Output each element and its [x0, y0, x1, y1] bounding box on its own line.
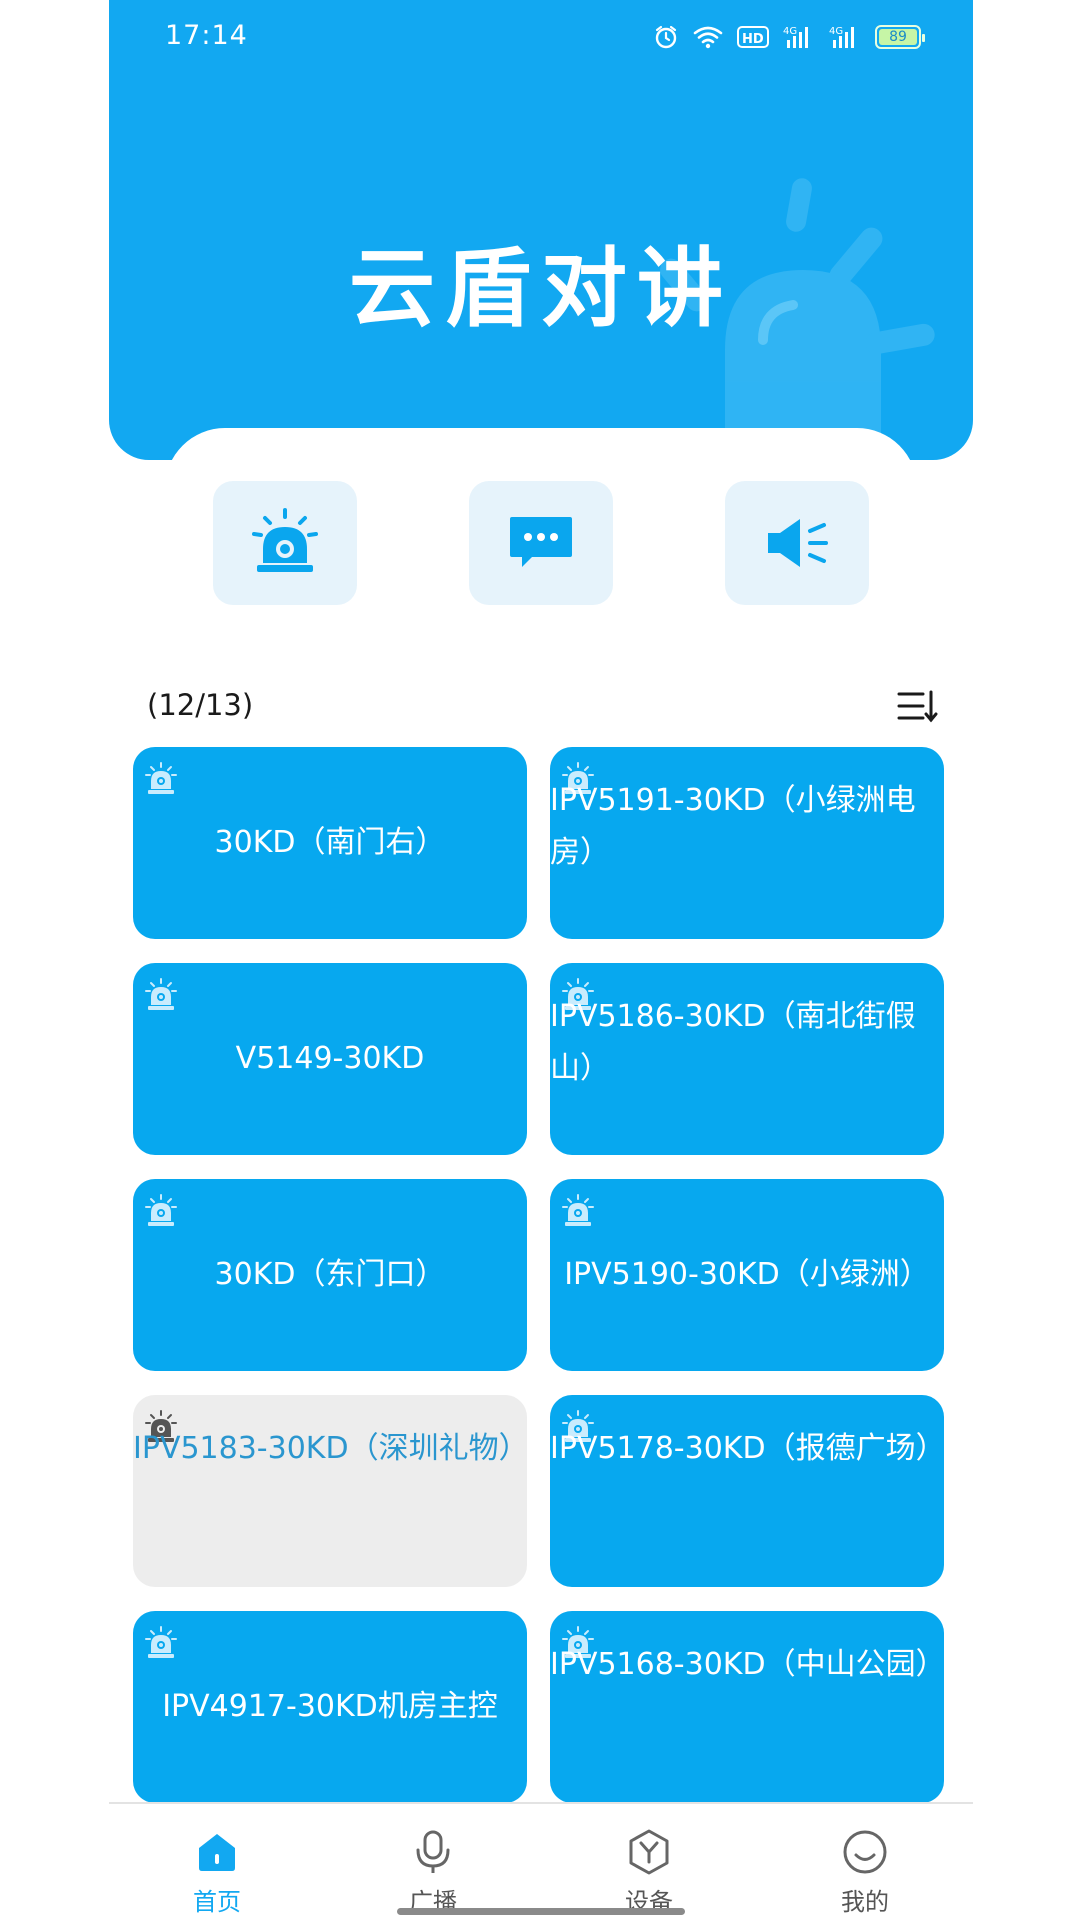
- profile-icon: [843, 1830, 887, 1874]
- home-icon: [199, 1834, 235, 1871]
- device-label: 30KD（东门口）: [214, 1257, 446, 1292]
- sort-icon: [897, 690, 938, 723]
- device-card[interactable]: IPV5186-30KD（南北街假山）: [550, 963, 944, 1155]
- device-card-offline[interactable]: IPV5183-30KD（深圳礼物）: [133, 1395, 527, 1587]
- signal-4g-icon: 4G: [829, 22, 861, 52]
- nav-home-label: 首页: [193, 1888, 241, 1916]
- nav-profile[interactable]: 我的: [757, 1804, 973, 1920]
- alarm-beacon-icon: [145, 1194, 177, 1226]
- home-indicator: [397, 1908, 685, 1915]
- nav-devices[interactable]: 设备: [541, 1804, 757, 1920]
- device-card[interactable]: IPV5190-30KD（小绿洲）: [550, 1179, 944, 1371]
- device-card[interactable]: IPV5191-30KD（小绿洲电房）: [550, 747, 944, 939]
- device-label: IPV4917-30KD机房主控: [162, 1689, 498, 1724]
- message-button[interactable]: [469, 481, 613, 605]
- app-screen: 17:14 HD 4G 4G 89 云盾对讲 (12/13) 30KD（南门右）…: [109, 0, 973, 1920]
- device-card[interactable]: IPV5178-30KD（报德广场）: [550, 1395, 944, 1587]
- battery-icon: 89: [875, 22, 925, 52]
- nav-home[interactable]: 首页: [109, 1804, 325, 1920]
- device-icon: [629, 1829, 669, 1875]
- speaker-icon: [768, 519, 828, 567]
- device-card[interactable]: IPV5168-30KD（中山公园）: [550, 1611, 944, 1803]
- status-time: 17:14: [165, 20, 248, 51]
- svg-text:HD: HD: [742, 32, 764, 47]
- alarm-beacon-icon: [145, 762, 177, 794]
- device-label: V5149-30KD: [235, 1041, 425, 1076]
- device-label: IPV5178-30KD（报德广场）: [550, 1431, 944, 1466]
- status-bar: 17:14 HD 4G 4G 89: [109, 0, 973, 78]
- battery-level: 89: [889, 29, 907, 45]
- device-card[interactable]: 30KD（南门右）: [133, 747, 527, 939]
- device-count: (12/13): [147, 688, 254, 722]
- app-header: 17:14 HD 4G 4G 89 云盾对讲: [109, 0, 973, 460]
- device-label: 30KD（南门右）: [214, 825, 446, 860]
- app-title: 云盾对讲: [349, 239, 733, 339]
- device-card[interactable]: IPV4917-30KD机房主控: [133, 1611, 527, 1803]
- bottom-nav: 首页 广播 设备 我的: [109, 1802, 973, 1920]
- chat-bubble-icon: [510, 517, 572, 567]
- alarm-beacon-icon: [145, 1626, 177, 1658]
- wifi-icon: [693, 22, 723, 52]
- device-label: IPV5186-30KD（南北街假山）: [550, 999, 916, 1086]
- alarm-beacon-icon: [562, 1194, 594, 1226]
- microphone-icon: [416, 1830, 450, 1873]
- device-card[interactable]: V5149-30KD: [133, 963, 527, 1155]
- alarm-beacon-icon: [252, 508, 318, 572]
- signal-4g-icon: 4G: [783, 22, 815, 52]
- svg-text:4G: 4G: [783, 26, 797, 37]
- device-label: IPV5190-30KD（小绿洲）: [564, 1257, 930, 1292]
- device-card[interactable]: 30KD（东门口）: [133, 1179, 527, 1371]
- broadcast-button[interactable]: [725, 481, 869, 605]
- device-list-header: (12/13): [147, 684, 939, 728]
- nav-broadcast[interactable]: 广播: [325, 1804, 541, 1920]
- hd-icon: HD: [737, 22, 769, 52]
- sort-button[interactable]: [895, 686, 939, 726]
- svg-text:4G: 4G: [829, 26, 843, 37]
- alarm-icon: [653, 22, 679, 52]
- status-icons: HD 4G 4G 89: [653, 22, 925, 52]
- device-label: IPV5168-30KD（中山公园）: [550, 1647, 944, 1682]
- quick-actions: [109, 481, 973, 607]
- device-label: IPV5191-30KD（小绿洲电房）: [550, 783, 916, 870]
- nav-profile-label: 我的: [841, 1888, 889, 1916]
- alarm-button[interactable]: [213, 481, 357, 605]
- alarm-beacon-icon: [145, 978, 177, 1010]
- device-label: IPV5183-30KD（深圳礼物）: [133, 1431, 527, 1466]
